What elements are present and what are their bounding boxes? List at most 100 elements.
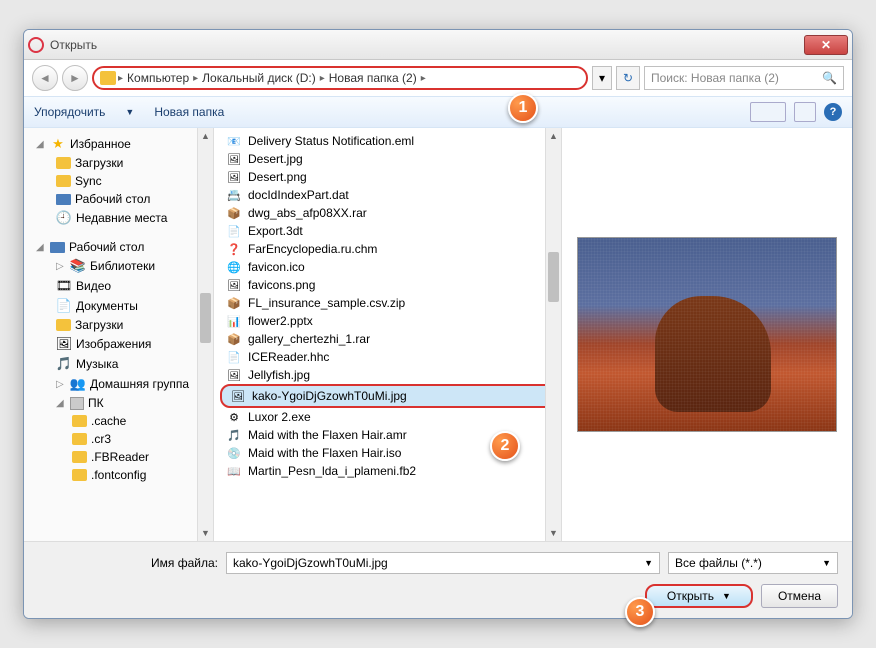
file-icon: 📄 bbox=[226, 223, 242, 239]
filetype-filter[interactable]: Все файлы (*.*) ▼ bbox=[668, 552, 838, 574]
preview-pane bbox=[562, 128, 852, 541]
close-button[interactable]: ✕ bbox=[804, 35, 848, 55]
search-placeholder: Поиск: Новая папка (2) bbox=[651, 71, 779, 85]
file-item[interactable]: ❓FarEncyclopedia.ru.chm bbox=[220, 240, 555, 258]
file-icon: 🌐 bbox=[226, 259, 242, 275]
sidebar-libraries[interactable]: ▷📚Библиотеки bbox=[28, 256, 209, 276]
sidebar-images[interactable]: 🖼Изображения bbox=[28, 334, 209, 354]
file-icon: 📇 bbox=[226, 187, 242, 203]
sidebar-desktop[interactable]: Рабочий стол bbox=[28, 190, 209, 208]
libraries-icon: 📚 bbox=[70, 258, 86, 274]
file-icon: ⚙ bbox=[226, 409, 242, 425]
back-button[interactable]: ◄ bbox=[32, 65, 58, 91]
file-item[interactable]: 📇docIdIndexPart.dat bbox=[220, 186, 555, 204]
file-icon: ❓ bbox=[226, 241, 242, 257]
file-item[interactable]: 📖Martin_Pesn_lda_i_plameni.fb2 bbox=[220, 462, 555, 480]
sidebar-desktop2[interactable]: ◢Рабочий стол bbox=[28, 238, 209, 256]
filename-label: Имя файла: bbox=[38, 556, 218, 570]
folder-icon bbox=[56, 157, 71, 169]
sidebar-cr3[interactable]: .cr3 bbox=[28, 430, 209, 448]
file-icon: 🖼 bbox=[230, 388, 246, 404]
filename-input[interactable]: kako-YgoiDjGzowhT0uMi.jpg ▼ bbox=[226, 552, 660, 574]
computer-icon bbox=[70, 397, 84, 410]
footer: Имя файла: kako-YgoiDjGzowhT0uMi.jpg ▼ В… bbox=[24, 541, 852, 618]
file-name: dwg_abs_afp08XX.rar bbox=[248, 206, 367, 220]
preview-pane-button[interactable] bbox=[794, 102, 816, 122]
file-icon: 📧 bbox=[226, 133, 242, 149]
sidebar-fontconfig[interactable]: .fontconfig bbox=[28, 466, 209, 484]
sidebar-video[interactable]: 🎞Видео bbox=[28, 276, 209, 296]
file-name: Export.3dt bbox=[248, 224, 303, 238]
sidebar-recent[interactable]: 🕘Недавние места bbox=[28, 208, 209, 228]
chevron-right-icon: ▸ bbox=[118, 73, 123, 84]
help-button[interactable]: ? bbox=[824, 103, 842, 121]
folder-icon bbox=[72, 451, 87, 463]
chevron-down-icon: ▼ bbox=[125, 107, 134, 117]
sidebar-homegroup[interactable]: ▷👥Домашняя группа bbox=[28, 374, 209, 394]
star-icon: ★ bbox=[50, 136, 66, 152]
file-icon: 🖼 bbox=[226, 367, 242, 383]
sidebar-fbreader[interactable]: .FBReader bbox=[28, 448, 209, 466]
sidebar-favorites[interactable]: ◢★Избранное bbox=[28, 134, 209, 154]
file-icon: 📖 bbox=[226, 463, 242, 479]
file-item[interactable]: 📄ICEReader.hhc bbox=[220, 348, 555, 366]
folder-icon bbox=[100, 71, 116, 85]
file-icon: 📦 bbox=[226, 295, 242, 311]
folder-icon bbox=[72, 415, 87, 427]
cancel-button[interactable]: Отмена bbox=[761, 584, 838, 608]
monitor-icon bbox=[56, 194, 71, 205]
sidebar-scrollbar[interactable]: ▲▼ bbox=[197, 128, 213, 541]
file-item[interactable]: 📊flower2.pptx bbox=[220, 312, 555, 330]
sidebar-music[interactable]: 🎵Музыка bbox=[28, 354, 209, 374]
documents-icon: 📄 bbox=[56, 298, 72, 314]
file-item[interactable]: 🖼 Jellyfish.jpg bbox=[220, 366, 555, 384]
sidebar-documents[interactable]: 📄Документы bbox=[28, 296, 209, 316]
file-item[interactable]: 📦 FL_insurance_sample.csv.zip bbox=[220, 294, 555, 312]
sidebar-downloads2[interactable]: Загрузки bbox=[28, 316, 209, 334]
search-input[interactable]: Поиск: Новая папка (2) 🔍 bbox=[644, 66, 844, 90]
file-icon: 💿 bbox=[226, 445, 242, 461]
chevron-right-icon: ▸ bbox=[320, 73, 325, 84]
window-title: Открыть bbox=[50, 38, 804, 52]
search-icon: 🔍 bbox=[822, 71, 837, 85]
opera-icon bbox=[28, 37, 44, 53]
breadcrumb-folder[interactable]: Новая папка (2) bbox=[327, 71, 419, 85]
open-button[interactable]: Открыть ▼ bbox=[645, 584, 753, 608]
breadcrumb-drive[interactable]: Локальный диск (D:) bbox=[200, 71, 318, 85]
open-file-dialog: Открыть ✕ ◄ ► ▸ Компьютер ▸ Локальный ди… bbox=[23, 29, 853, 619]
sidebar-sync[interactable]: Sync bbox=[28, 172, 209, 190]
sidebar-pc[interactable]: ◢ПК bbox=[28, 394, 209, 412]
file-item[interactable]: 🖼favicons.png bbox=[220, 276, 555, 294]
file-name: flower2.pptx bbox=[248, 314, 313, 328]
view-options-button[interactable] bbox=[750, 102, 786, 122]
chevron-down-icon[interactable]: ▼ bbox=[644, 558, 653, 568]
sidebar-downloads[interactable]: Загрузки bbox=[28, 154, 209, 172]
file-item[interactable]: 🌐favicon.ico bbox=[220, 258, 555, 276]
breadcrumb-root[interactable]: Компьютер bbox=[125, 71, 191, 85]
file-name: favicons.png bbox=[248, 278, 315, 292]
file-item[interactable]: 🖼Desert.jpg bbox=[220, 150, 555, 168]
new-folder-button[interactable]: Новая папка bbox=[154, 105, 224, 119]
file-item[interactable]: 📧Delivery Status Notification.eml bbox=[220, 132, 555, 150]
breadcrumb-dropdown[interactable]: ▾ bbox=[592, 66, 612, 90]
organize-menu[interactable]: Упорядочить bbox=[34, 105, 105, 119]
file-item[interactable]: 📦gallery_chertezhi_1.rar bbox=[220, 330, 555, 348]
folder-icon bbox=[56, 319, 71, 331]
refresh-button[interactable]: ↻ bbox=[616, 66, 640, 90]
file-name: Jellyfish.jpg bbox=[248, 368, 310, 382]
file-item[interactable]: 🖼Desert.png bbox=[220, 168, 555, 186]
chevron-down-icon: ▼ bbox=[722, 591, 731, 601]
file-name: Desert.jpg bbox=[248, 152, 303, 166]
chevron-down-icon[interactable]: ▼ bbox=[822, 558, 831, 568]
file-item[interactable]: 📦dwg_abs_afp08XX.rar bbox=[220, 204, 555, 222]
sidebar-cache[interactable]: .cache bbox=[28, 412, 209, 430]
file-name: FL_insurance_sample.csv.zip bbox=[248, 296, 405, 310]
file-item[interactable]: 📄 Export.3dt bbox=[220, 222, 555, 240]
breadcrumb[interactable]: ▸ Компьютер ▸ Локальный диск (D:) ▸ Нова… bbox=[92, 66, 588, 90]
filelist-scrollbar[interactable]: ▲▼ bbox=[545, 128, 561, 541]
file-item[interactable]: ⚙Luxor 2.exe bbox=[220, 408, 555, 426]
file-item[interactable]: 🖼kako-YgoiDjGzowhT0uMi.jpg bbox=[220, 384, 555, 408]
forward-button[interactable]: ► bbox=[62, 65, 88, 91]
collapse-icon: ◢ bbox=[36, 139, 46, 150]
callout-3: 3 bbox=[625, 597, 655, 627]
